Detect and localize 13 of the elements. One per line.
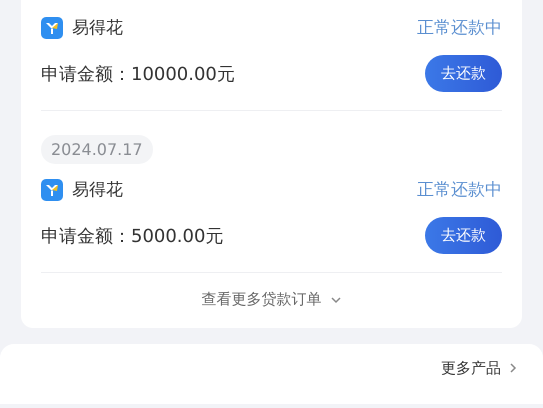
loan-status: 正常还款中 <box>417 17 502 39</box>
date-label: 2024.07.17 <box>41 135 153 164</box>
product-name: 易得花 <box>72 17 123 39</box>
app-logo-icon <box>41 178 63 200</box>
loan-amount: 申请金额：5000.00元 <box>41 224 224 248</box>
more-orders-link[interactable]: 查看更多贷款订单 <box>202 273 342 328</box>
product-name: 易得花 <box>72 179 123 201</box>
repay-button[interactable]: 去还款 <box>425 55 502 92</box>
app-logo-icon <box>41 16 63 38</box>
repay-button[interactable]: 去还款 <box>425 217 502 254</box>
more-products-link[interactable]: 更多产品 <box>441 358 519 378</box>
loan-amount: 申请金额：10000.00元 <box>41 62 235 86</box>
loan-status: 正常还款中 <box>417 179 502 201</box>
